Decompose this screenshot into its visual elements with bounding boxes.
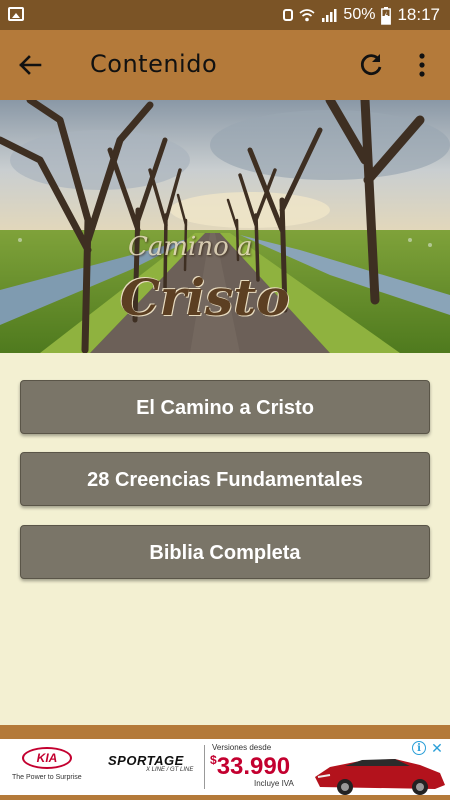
kia-logo: KIA	[22, 747, 72, 769]
ad-info-icon[interactable]: i	[412, 741, 426, 755]
menu-button-camino-a-cristo[interactable]: El Camino a Cristo	[20, 380, 430, 434]
ad-banner[interactable]: KIA The Power to Surprise SPORTAGE X LIN…	[0, 739, 450, 795]
ad-price: $33.990	[210, 753, 290, 781]
ad-model-sub: X LINE / GT LINE	[146, 767, 194, 773]
hero-banner-image: Camino a Cristo	[0, 100, 450, 353]
page-title: Contenido	[90, 50, 218, 78]
ad-price-currency: $	[210, 753, 217, 767]
ad-close-icon[interactable]: ✕	[430, 741, 444, 755]
back-arrow-icon[interactable]	[14, 49, 46, 81]
car-image	[315, 759, 445, 795]
status-indicators: 50% 18:17	[283, 0, 440, 30]
app-bar: Contenido	[0, 30, 450, 100]
ad-price-value: 33.990	[216, 753, 291, 780]
menu-content: El Camino a Cristo 28 Creencias Fundamen…	[0, 353, 450, 725]
signal-icon	[321, 7, 337, 23]
clock: 18:17	[397, 5, 440, 24]
ad-divider	[204, 745, 205, 789]
gallery-notification-icon	[8, 7, 24, 21]
wifi-icon	[299, 7, 315, 23]
ad-banner-frame: KIA The Power to Surprise SPORTAGE X LIN…	[0, 725, 450, 800]
ad-price-intro: Versiones desde	[212, 743, 272, 752]
ad-tagline: The Power to Surprise	[12, 774, 82, 781]
menu-button-creencias-fundamentales[interactable]: 28 Creencias Fundamentales	[20, 452, 430, 506]
refresh-icon[interactable]	[356, 50, 386, 80]
status-bar: 50% 18:17	[0, 0, 450, 30]
battery-charging-icon	[381, 7, 392, 25]
ad-model: SPORTAGE	[108, 753, 184, 768]
more-options-icon[interactable]	[412, 50, 432, 80]
battery-percent: 50%	[343, 6, 376, 23]
menu-button-biblia-completa[interactable]: Biblia Completa	[20, 525, 430, 579]
vibrate-mute-icon	[283, 9, 294, 21]
ad-price-note: Incluye IVA	[254, 779, 294, 788]
